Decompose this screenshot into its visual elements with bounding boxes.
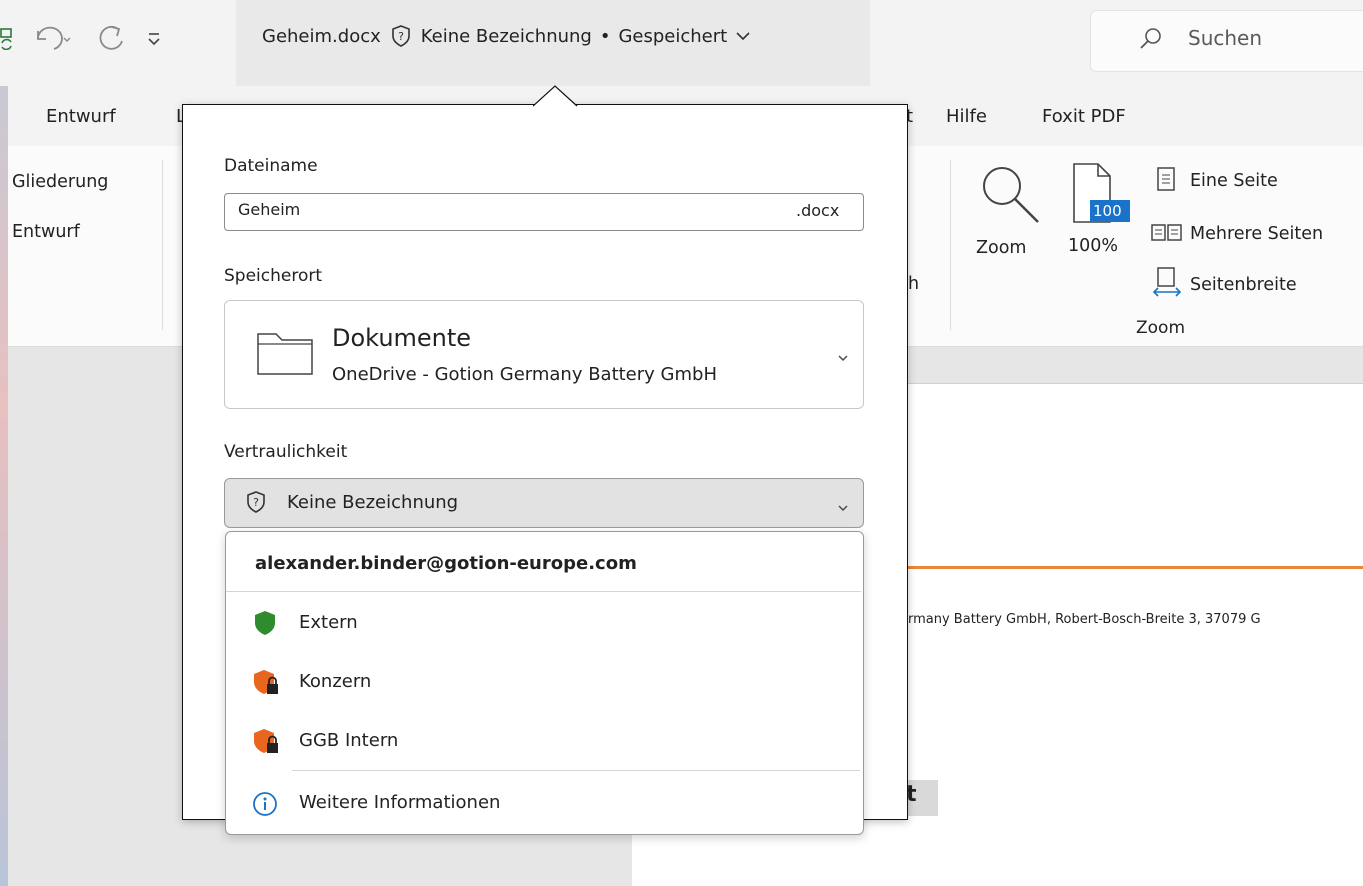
shield-lock-orange-icon xyxy=(252,727,280,755)
svg-text:?: ? xyxy=(253,496,259,509)
dropdown-item-extern-label: Extern xyxy=(299,612,358,633)
ribbon-group-zoom-label: Zoom xyxy=(1136,318,1186,338)
location-label: Speicherort xyxy=(224,266,323,286)
ribbon-separator xyxy=(162,160,163,330)
ribbon-partial-text: h xyxy=(908,274,920,294)
multiple-pages-button[interactable]: Mehrere Seiten xyxy=(1190,224,1323,244)
dropdown-divider xyxy=(292,770,860,771)
title-label-status: Keine Bezeichnung xyxy=(420,25,592,47)
view-outline-button[interactable]: Gliederung xyxy=(12,172,108,192)
one-page-icon xyxy=(1156,166,1178,194)
search-placeholder[interactable]: Suchen xyxy=(1188,26,1262,50)
page-width-button[interactable]: Seitenbreite xyxy=(1190,275,1297,295)
account-email: alexander.binder@gotion-europe.com xyxy=(255,553,637,574)
redo-icon[interactable] xyxy=(92,23,128,53)
document-address-text: rmany Battery GmbH, Robert-Bosch-Breite … xyxy=(908,612,1261,627)
magnifier-icon[interactable] xyxy=(978,162,1042,226)
location-subtitle: OneDrive - Gotion Germany Battery GmbH xyxy=(332,364,717,385)
shield-lock-orange-icon xyxy=(252,668,280,696)
chevron-down-icon xyxy=(836,498,850,511)
zoom-100-icon-label: 100 xyxy=(1093,202,1122,220)
undo-icon[interactable] xyxy=(32,23,74,53)
customize-toolbar-icon[interactable] xyxy=(146,23,162,53)
filename-extension: .docx xyxy=(796,201,840,220)
window-edge xyxy=(0,86,8,886)
tab-foxit-pdf[interactable]: Foxit PDF xyxy=(1042,106,1126,127)
title-separator: • xyxy=(599,25,611,47)
location-select[interactable] xyxy=(224,300,864,409)
zoom-button[interactable]: Zoom xyxy=(976,238,1026,258)
dropdown-item-ggb-intern-label: GGB Intern xyxy=(299,730,399,751)
shield-question-icon: ? xyxy=(389,24,413,48)
page-width-icon xyxy=(1152,266,1182,298)
location-title: Dokumente xyxy=(332,324,472,352)
multiple-pages-icon xyxy=(1150,222,1184,244)
title-filename: Geheim.docx xyxy=(262,25,381,47)
ribbon-separator xyxy=(950,160,951,330)
tab-hilfe[interactable]: Hilfe xyxy=(946,106,987,127)
one-page-button[interactable]: Eine Seite xyxy=(1190,171,1278,191)
header-accent-line xyxy=(906,566,1363,569)
autosave-icon[interactable] xyxy=(0,26,14,51)
dropdown-divider xyxy=(226,591,861,592)
more-info-label: Weitere Informationen xyxy=(299,792,501,813)
folder-icon xyxy=(256,330,314,376)
shield-green-icon xyxy=(252,609,278,637)
chevron-down-icon xyxy=(735,28,751,44)
document-title[interactable]: Geheim.docx ? Keine Bezeichnung • Gespei… xyxy=(262,24,751,48)
tab-entwurf[interactable]: Entwurf xyxy=(46,106,116,127)
shield-question-icon: ? xyxy=(244,490,268,514)
title-save-status: Gespeichert xyxy=(618,25,728,47)
dropdown-item-konzern-label: Konzern xyxy=(299,671,372,692)
popup-arrow xyxy=(532,84,579,109)
filename-label: Dateiname xyxy=(224,156,318,176)
view-draft-button[interactable]: Entwurf xyxy=(12,222,80,242)
chevron-down-icon xyxy=(836,348,850,361)
search-icon xyxy=(1138,26,1164,52)
svg-text:?: ? xyxy=(398,30,404,43)
info-icon xyxy=(252,791,278,817)
zoom-100-button[interactable]: 100% xyxy=(1068,236,1118,256)
sensitivity-label: Vertraulichkeit xyxy=(224,442,348,462)
filename-input[interactable] xyxy=(224,193,864,231)
quick-access-toolbar xyxy=(0,18,162,58)
sensitivity-value: Keine Bezeichnung xyxy=(287,492,459,513)
filename-value[interactable]: Geheim xyxy=(238,200,300,219)
